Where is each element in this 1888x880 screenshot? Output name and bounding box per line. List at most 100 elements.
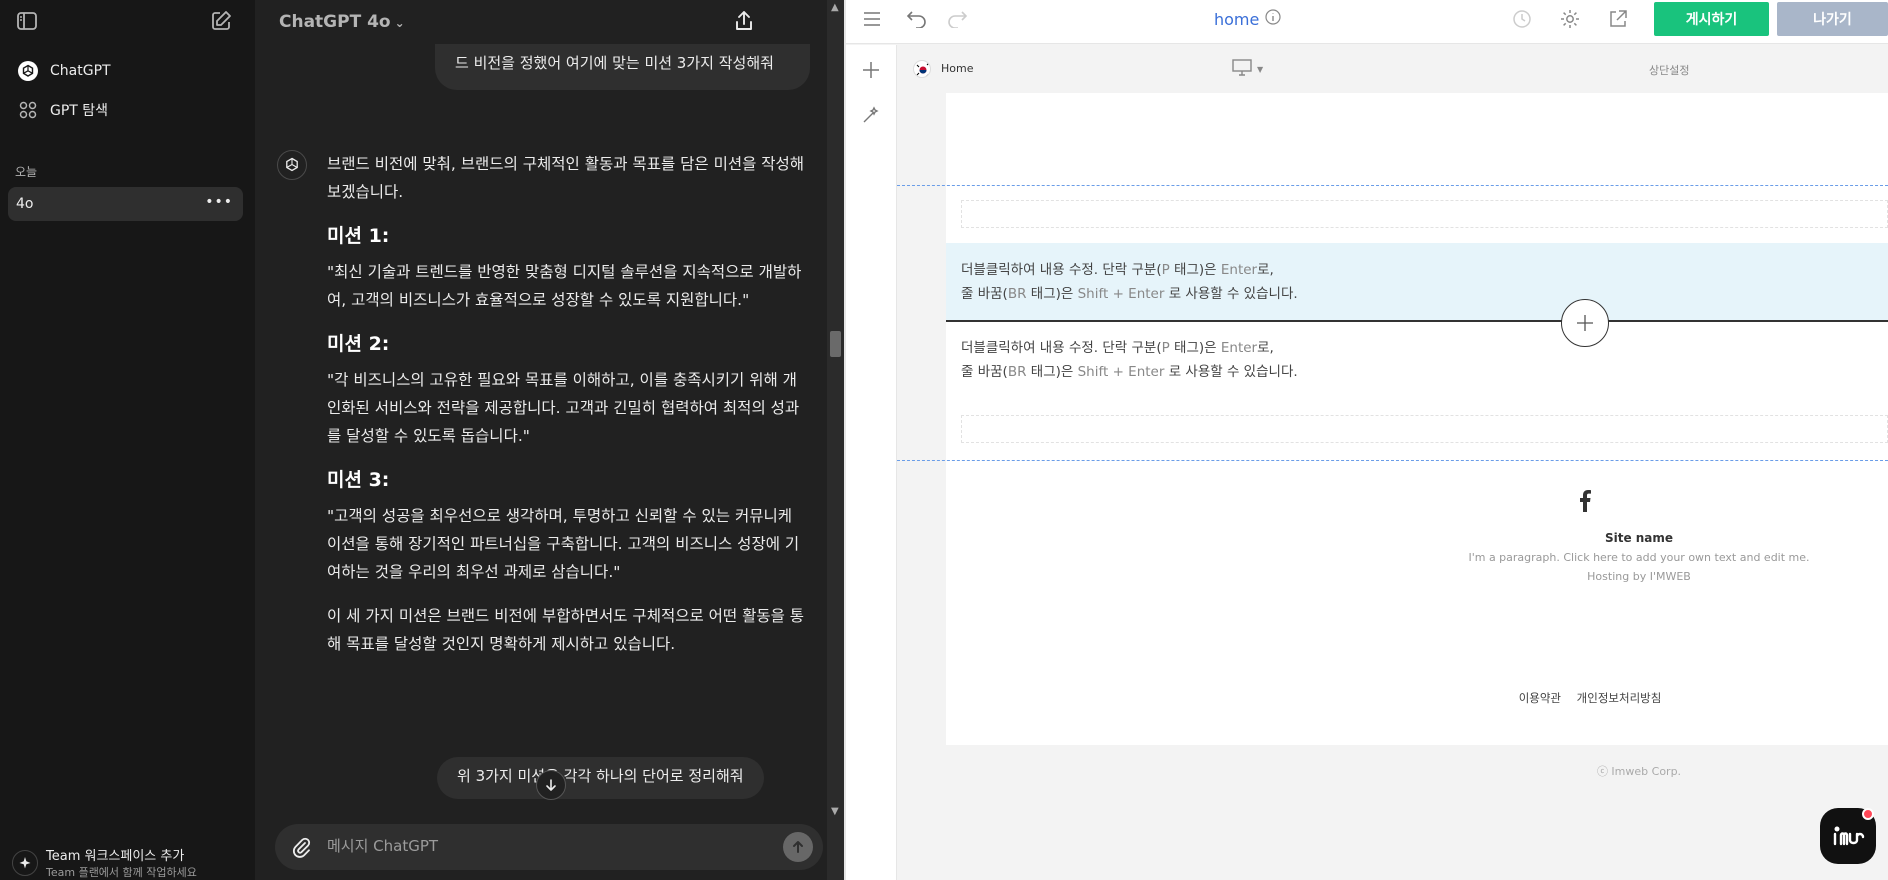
imweb-chat-widget-button[interactable] (1820, 808, 1876, 864)
share-icon[interactable] (733, 9, 755, 37)
para-text: BR (1007, 364, 1027, 380)
model-name: ChatGPT 4o (279, 12, 391, 32)
text-block-paragraph[interactable]: 더블클릭하여 내용 수정. 단락 구분(P 태그)은 Enter로, 줄 바꿈(… (961, 258, 1298, 306)
info-icon[interactable] (1265, 9, 1281, 29)
exit-button[interactable]: 나가기 (1777, 2, 1888, 36)
sidebar-item-gpt-explore[interactable]: GPT 탐색 (8, 92, 243, 128)
section-boundary (897, 460, 1888, 461)
para-text: P (1161, 340, 1170, 356)
mission-1-title: 미션 1: (327, 225, 390, 247)
chat-scrollbar[interactable]: ▲ ▼ (827, 0, 844, 880)
para-text: Enter (1220, 340, 1258, 356)
empty-block-placeholder[interactable] (961, 415, 1888, 443)
chatgpt-logo-icon (16, 59, 40, 83)
sidebar-item-label: GPT 탐색 (50, 103, 109, 119)
para-text: 로, (1257, 340, 1274, 356)
section-boundary (897, 185, 1888, 186)
magic-wand-icon[interactable] (861, 105, 881, 129)
sidebar-toggle-icon[interactable] (14, 8, 40, 34)
para-text: Shift + Enter (1077, 364, 1165, 380)
chat-title: 4o (16, 196, 34, 212)
para-text: 줄 바꿈( (961, 364, 1008, 380)
assistant-message: 브랜드 비전에 맞춰, 브랜드의 구체적인 활동과 목표를 담은 미션을 작성해… (327, 150, 805, 674)
sidebar-toolbar (12, 10, 243, 34)
editor-page-bar: Home ▼ 상단설정 (897, 45, 1888, 93)
sidebar-item-chatgpt[interactable]: ChatGPT (8, 53, 243, 89)
editor-toolbar: home 게시하기 나가기 (846, 0, 1888, 44)
breadcrumb-home[interactable]: Home (941, 62, 973, 75)
para-text: 더블클릭하여 내용 수정. 단락 구분( (961, 340, 1162, 356)
send-button[interactable] (783, 832, 813, 862)
para-text: Enter (1220, 262, 1258, 278)
para-text: 태그)은 (1169, 340, 1221, 356)
para-text: 로 사용할 수 있습니다. (1164, 286, 1298, 302)
chatgpt-sidebar: ChatGPT GPT 탐색 오늘 4o ••• Team 워크스페이스 추가 … (0, 0, 255, 880)
mission-2-text: "각 비즈니스의 고유한 필요와 목표를 이해하고, 이를 충족시키기 위해 개… (327, 371, 800, 445)
publish-button[interactable]: 게시하기 (1654, 2, 1769, 36)
copyright: ⓒ Imweb Corp. (1596, 765, 1682, 778)
para-text: 줄 바꿈( (961, 286, 1008, 302)
page-selector[interactable]: home (1214, 9, 1281, 29)
menu-icon[interactable] (862, 10, 882, 32)
more-options-icon[interactable]: ••• (205, 194, 233, 210)
team-workspace-title: Team 워크스페이스 추가 (46, 849, 185, 864)
desktop-monitor-icon (1231, 58, 1253, 80)
mission-3-title: 미션 3: (327, 469, 390, 491)
top-settings-link[interactable]: 상단설정 (1649, 62, 1689, 78)
footer-links: 이용약관 개인정보처리방침 (1331, 690, 1888, 706)
undo-icon[interactable] (906, 8, 928, 32)
korea-flag-icon[interactable] (913, 60, 931, 78)
mission-3-text: "고객의 성공을 최우선으로 생각하며, 투명하고 신뢰할 수 있는 커뮤니케이… (327, 507, 800, 581)
footer-site-name[interactable]: Site name (1331, 531, 1888, 545)
chat-panel: ChatGPT 4o ⌄ 드 비전을 정했어 여기에 맞는 미션 3가지 작성해줘… (255, 0, 827, 880)
footer-paragraph[interactable]: I'm a paragraph. Click here to add your … (1331, 551, 1888, 564)
add-block-plus-button[interactable] (1561, 299, 1609, 347)
message-composer (275, 824, 823, 870)
sparkle-icon (12, 850, 38, 876)
history-icon[interactable] (1511, 8, 1533, 34)
page-name: home (1214, 9, 1260, 29)
facebook-icon[interactable] (1579, 490, 1591, 516)
site-editor: home 게시하기 나가기 Home ▼ 상단설정 더블클릭하여 내용 수정. … (846, 0, 1888, 880)
add-section-plus-icon[interactable] (861, 60, 881, 84)
para-text: 로 사용할 수 있습니다. (1164, 364, 1298, 380)
para-text: 로, (1257, 262, 1274, 278)
device-selector[interactable]: ▼ (1231, 58, 1263, 80)
footer-privacy-link[interactable]: 개인정보처리방침 (1577, 691, 1662, 705)
sidebar-chat-item[interactable]: 4o ••• (8, 187, 243, 221)
external-link-icon[interactable] (1607, 8, 1629, 34)
text-block-paragraph[interactable]: 더블클릭하여 내용 수정. 단락 구분(P 태그)은 Enter로, 줄 바꿈(… (961, 336, 1298, 384)
assistant-avatar-icon (277, 150, 307, 180)
empty-block-placeholder[interactable] (961, 200, 1888, 228)
sidebar-section-today: 오늘 (15, 165, 38, 179)
user-message: 위 3가지 미션을 각각 하나의 단어로 정리해줘 (437, 757, 764, 799)
para-text: P (1161, 262, 1170, 278)
para-text: 더블클릭하여 내용 수정. 단락 구분( (961, 262, 1162, 278)
scrollbar-thumb[interactable] (830, 331, 841, 357)
para-text: 태그)은 (1026, 364, 1078, 380)
paperclip-icon[interactable] (291, 836, 311, 862)
para-text: 태그)은 (1169, 262, 1221, 278)
settings-gear-icon[interactable] (1559, 8, 1581, 34)
team-workspace-subtitle: Team 플랜에서 함께 작업하세요 (46, 866, 197, 879)
model-selector[interactable]: ChatGPT 4o ⌄ (279, 12, 405, 32)
caret-down-icon: ▼ (1257, 64, 1264, 74)
grid-icon (16, 98, 40, 122)
footer-terms-link[interactable]: 이용약관 (1519, 691, 1561, 705)
redo-icon[interactable] (946, 8, 968, 32)
scroll-up-arrow-icon[interactable]: ▲ (831, 2, 839, 13)
message-input[interactable] (327, 837, 727, 855)
chat-header: ChatGPT 4o ⌄ (255, 0, 827, 44)
new-chat-icon[interactable] (208, 8, 234, 34)
add-team-workspace[interactable]: Team 워크스페이스 추가 Team 플랜에서 함께 작업하세요 (12, 848, 247, 880)
assistant-outro: 이 세 가지 미션은 브랜드 비전에 부합하면서도 구체적으로 어떤 활동을 통… (327, 607, 805, 653)
chevron-down-icon: ⌄ (394, 16, 405, 30)
sidebar-item-label: ChatGPT (50, 63, 111, 79)
user-message: 드 비전을 정했어 여기에 맞는 미션 3가지 작성해줘 (435, 41, 810, 90)
para-text: BR (1007, 286, 1027, 302)
scroll-down-button[interactable] (536, 770, 566, 800)
mission-1-text: "최신 기술과 트렌드를 반영한 맞춤형 디지털 솔루션을 지속적으로 개발하여… (327, 263, 802, 309)
mission-2-title: 미션 2: (327, 333, 390, 355)
notification-dot (1862, 808, 1874, 820)
scroll-down-arrow-icon[interactable]: ▼ (831, 806, 839, 817)
